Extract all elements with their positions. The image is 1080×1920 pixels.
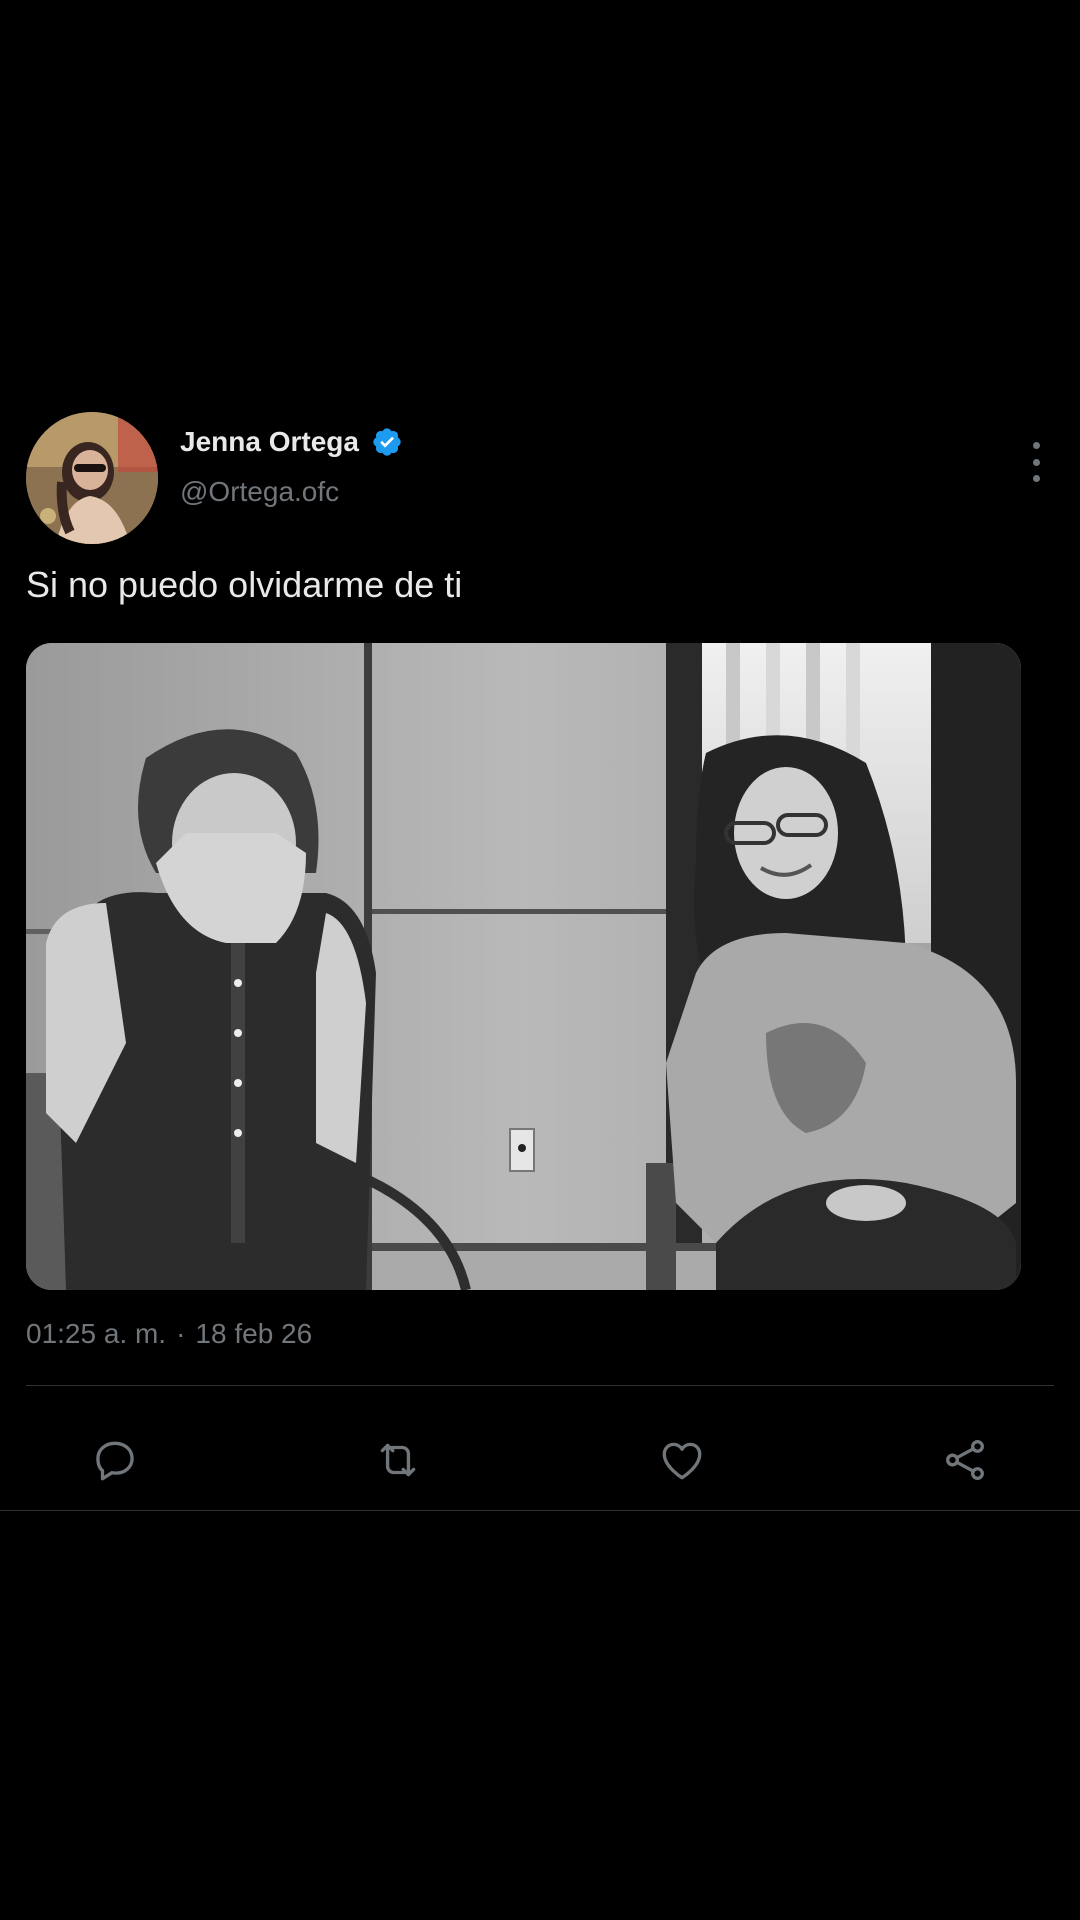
share-icon bbox=[946, 1440, 984, 1481]
author-handle[interactable]: @Ortega.ofc bbox=[180, 476, 339, 508]
tweet-timestamp[interactable]: 01:25 a. m. · 18 feb 26 bbox=[26, 1318, 312, 1350]
tweet-actions-bar bbox=[0, 1420, 1080, 1500]
verified-badge-icon bbox=[373, 428, 401, 456]
divider bbox=[26, 1385, 1054, 1386]
more-options-icon[interactable] bbox=[1030, 442, 1042, 482]
tweet-media-photo[interactable] bbox=[26, 643, 1021, 1290]
reply-icon bbox=[96, 1441, 134, 1481]
author-name[interactable]: Jenna Ortega bbox=[180, 426, 359, 458]
like-button[interactable] bbox=[654, 1432, 710, 1488]
reply-button[interactable] bbox=[87, 1432, 143, 1488]
bottom-divider bbox=[0, 1510, 1080, 1511]
share-button[interactable] bbox=[937, 1432, 993, 1488]
tweet-text: Si no puedo olvidarme de ti bbox=[26, 564, 463, 605]
author-avatar[interactable] bbox=[26, 412, 158, 544]
author-name-row[interactable]: Jenna Ortega bbox=[180, 422, 403, 462]
tweet-time: 01:25 a. m. bbox=[26, 1318, 167, 1349]
timestamp-separator: · bbox=[176, 1318, 186, 1349]
tweet-date: 18 feb 26 bbox=[195, 1318, 313, 1349]
retweet-button[interactable] bbox=[370, 1432, 426, 1488]
retweet-icon bbox=[380, 1443, 416, 1477]
heart-icon bbox=[662, 1442, 702, 1480]
